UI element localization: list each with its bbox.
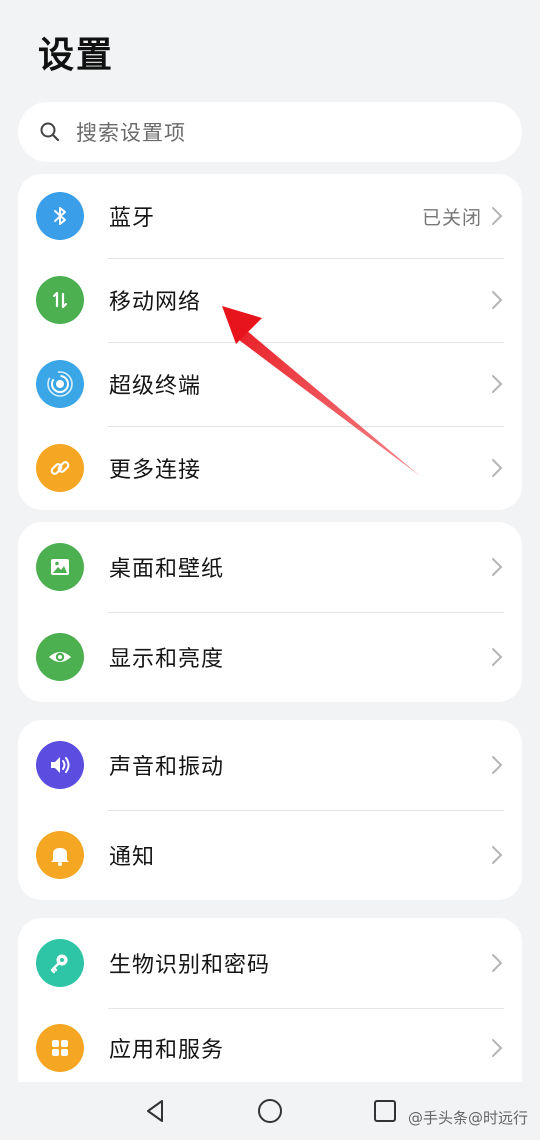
settings-item-more-connections[interactable]: 更多连接 [18, 426, 522, 510]
system-navbar: @手头条@时远行 [0, 1082, 540, 1140]
wallpaper-icon [36, 543, 84, 591]
chevron-right-icon [492, 846, 503, 864]
settings-item-bluetooth[interactable]: 蓝牙 已关闭 [18, 174, 522, 258]
sound-notification-group: 声音和振动 通知 [18, 720, 522, 900]
search-icon [40, 122, 60, 142]
page-title: 设置 [38, 35, 115, 76]
settings-item-label: 移动网络 [109, 290, 202, 315]
bluetooth-status: 已关闭 [421, 206, 482, 229]
chevron-right-icon [492, 375, 503, 393]
settings-item-sound[interactable]: 声音和振动 [18, 720, 522, 810]
display-group: 桌面和壁纸 显示和亮度 [18, 522, 522, 702]
chevron-right-icon [492, 558, 503, 576]
chevron-right-icon [492, 648, 503, 666]
link-icon [36, 444, 84, 492]
settings-item-super-device[interactable]: 超级终端 [18, 342, 522, 426]
settings-item-label: 声音和振动 [109, 755, 225, 780]
settings-item-label: 生物识别和密码 [109, 953, 271, 978]
search-placeholder: 搜索设置项 [76, 121, 186, 145]
chevron-right-icon [492, 954, 503, 972]
connectivity-group: 蓝牙 已关闭 移动网络 超级终端 更多连接 [18, 174, 522, 510]
settings-item-notifications[interactable]: 通知 [18, 810, 522, 900]
settings-item-label: 应用和服务 [109, 1038, 225, 1063]
super-device-icon [36, 360, 84, 408]
chevron-right-icon [492, 291, 503, 309]
settings-item-biometrics[interactable]: 生物识别和密码 [18, 918, 522, 1008]
key-icon [36, 939, 84, 987]
settings-item-label: 蓝牙 [109, 206, 156, 231]
chevron-right-icon [492, 1039, 503, 1057]
chevron-right-icon [492, 756, 503, 774]
bluetooth-icon [36, 192, 84, 240]
settings-item-wallpaper[interactable]: 桌面和壁纸 [18, 522, 522, 612]
mobile-data-icon [36, 276, 84, 324]
settings-item-label: 桌面和壁纸 [109, 557, 225, 582]
home-icon[interactable] [255, 1096, 285, 1126]
back-icon[interactable] [140, 1096, 170, 1126]
settings-item-apps[interactable]: 应用和服务 [18, 1008, 522, 1088]
security-apps-group: 生物识别和密码 应用和服务 [18, 918, 522, 1088]
settings-item-mobile-network[interactable]: 移动网络 [18, 258, 522, 342]
settings-item-label: 更多连接 [109, 458, 202, 483]
eye-icon [36, 633, 84, 681]
settings-item-label: 显示和亮度 [109, 647, 225, 672]
search-input[interactable]: 搜索设置项 [18, 102, 522, 162]
watermark: @手头条@时远行 [407, 1109, 528, 1127]
chevron-right-icon [492, 459, 503, 477]
chevron-right-icon [492, 207, 503, 225]
settings-item-display[interactable]: 显示和亮度 [18, 612, 522, 702]
settings-item-label: 超级终端 [109, 374, 202, 399]
apps-icon [36, 1024, 84, 1072]
settings-item-label: 通知 [109, 845, 156, 870]
speaker-icon [36, 741, 84, 789]
recents-icon[interactable] [370, 1096, 400, 1126]
bell-icon [36, 831, 84, 879]
